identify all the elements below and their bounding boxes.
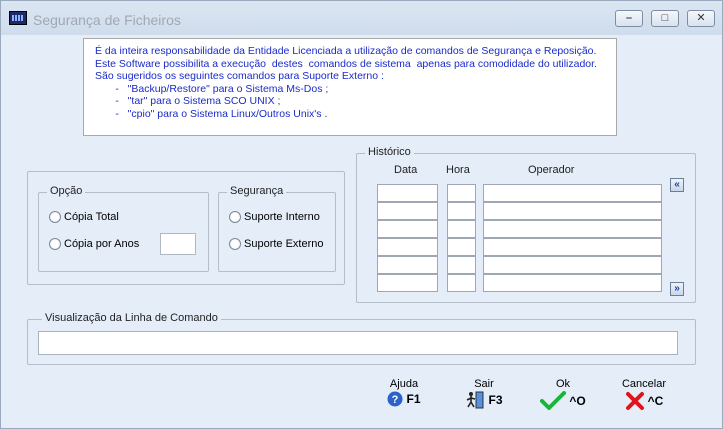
info-line: - "Backup/Restore" para o Sistema Ms-Dos… (95, 82, 329, 95)
table-cell[interactable] (447, 256, 476, 274)
table-cell[interactable] (377, 220, 438, 238)
table-cell[interactable] (483, 184, 662, 202)
ok-label: Ok (555, 378, 571, 390)
table-cell[interactable] (377, 238, 438, 256)
sair-key: F3 (488, 393, 503, 407)
seguranca-group: Segurança Suporte Interno Suporte Extern… (218, 185, 336, 272)
opcao-title: Opção (47, 185, 86, 197)
suporte-externo-option[interactable]: Suporte Externo (229, 238, 324, 250)
info-line: - "cpio" para o Sistema Linux/Outros Uni… (95, 107, 328, 120)
scroll-down-icon[interactable]: » (670, 282, 684, 296)
command-line-field[interactable] (38, 331, 678, 355)
checkmark-icon (540, 391, 567, 410)
seguranca-title: Segurança (227, 185, 287, 197)
ajuda-button[interactable]: Ajuda ? F1 (382, 378, 426, 407)
col-operador-header: Operador (528, 164, 575, 176)
table-cell[interactable] (377, 274, 438, 292)
opcao-group: Opção Cópia Total Cópia por Anos (38, 185, 209, 272)
ok-button[interactable]: Ok ^O (539, 378, 587, 411)
table-cell[interactable] (377, 256, 438, 274)
help-icon: ? (387, 391, 403, 407)
table-cell[interactable] (447, 274, 476, 292)
table-cell[interactable] (483, 274, 662, 292)
cancel-x-icon (625, 392, 644, 410)
svg-text:?: ? (392, 394, 399, 406)
info-line: É da inteira responsabilidade da Entidad… (95, 45, 597, 57)
suporte-externo-label: Suporte Externo (244, 238, 324, 250)
suporte-interno-option[interactable]: Suporte Interno (229, 211, 320, 223)
title-bar: Segurança de Ficheiros ⎯ □ ✕ (1, 1, 722, 35)
table-cell[interactable] (483, 238, 662, 256)
cancelar-key: ^C (647, 394, 664, 408)
app-icon (9, 11, 27, 25)
sair-button[interactable]: Sair F3 (461, 378, 507, 409)
anos-input[interactable] (160, 233, 196, 255)
table-cell[interactable] (377, 202, 438, 220)
table-cell[interactable] (483, 256, 662, 274)
copia-por-anos-radio[interactable] (49, 238, 61, 250)
copia-por-anos-option[interactable]: Cópia por Anos (49, 238, 139, 250)
maximize-button[interactable]: □ (651, 10, 679, 27)
ajuda-key: F1 (406, 392, 421, 406)
info-notice: É da inteira responsabilidade da Entidad… (83, 38, 617, 136)
copia-por-anos-label: Cópia por Anos (64, 238, 140, 250)
historico-title: Histórico (365, 146, 414, 158)
window-title: Segurança de Ficheiros (33, 12, 181, 28)
suporte-interno-label: Suporte Interno (244, 211, 320, 223)
cancelar-button[interactable]: Cancelar ^C (618, 378, 670, 411)
table-cell[interactable] (377, 184, 438, 202)
dialog-window: Segurança de Ficheiros ⎯ □ ✕ É da inteir… (0, 0, 723, 429)
ajuda-label: Ajuda (389, 378, 419, 390)
copia-total-radio[interactable] (49, 211, 61, 223)
info-line: Este Software possibilita a execução des… (95, 57, 597, 70)
table-cell[interactable] (447, 202, 476, 220)
suporte-externo-radio[interactable] (229, 238, 241, 250)
sair-label: Sair (474, 378, 494, 390)
suporte-interno-radio[interactable] (229, 211, 241, 223)
ok-key: ^O (569, 394, 586, 408)
copia-total-option[interactable]: Cópia Total (49, 211, 119, 223)
minimize-button[interactable]: ⎯ (615, 10, 643, 27)
table-cell[interactable] (447, 238, 476, 256)
col-data-header: Data (394, 164, 418, 176)
col-hora-header: Hora (446, 164, 470, 176)
scroll-up-icon[interactable]: « (670, 178, 684, 192)
info-line: - "tar" para o Sistema SCO UNIX ; (95, 95, 281, 107)
copia-total-label: Cópia Total (64, 211, 119, 223)
close-button[interactable]: ✕ (687, 10, 715, 27)
command-line-title: Visualização da Linha de Comando (42, 312, 221, 324)
cancelar-label: Cancelar (621, 378, 667, 390)
table-cell[interactable] (447, 220, 476, 238)
info-line: São sugeridos os seguintes comandos para… (95, 70, 384, 82)
table-cell[interactable] (483, 220, 662, 238)
table-cell[interactable] (447, 184, 476, 202)
exit-icon (467, 391, 484, 409)
table-cell[interactable] (483, 202, 662, 220)
